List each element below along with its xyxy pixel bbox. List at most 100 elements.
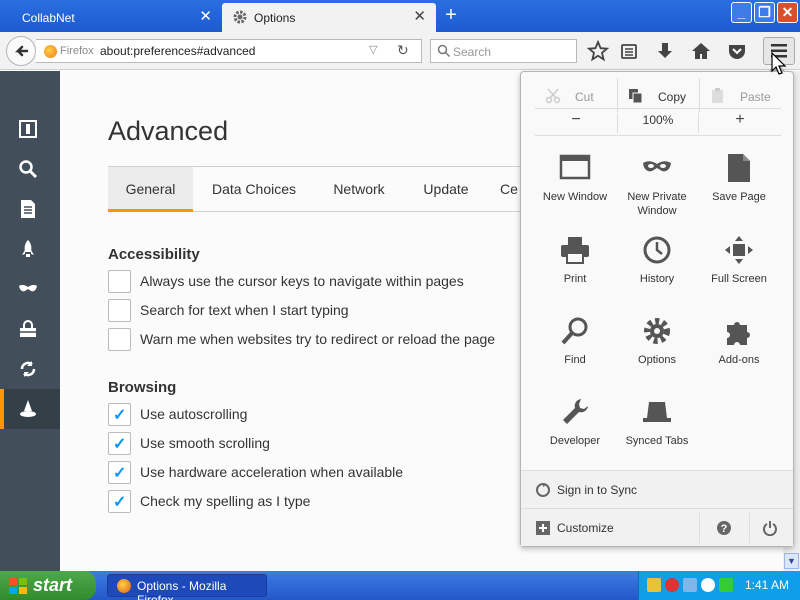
sidebar-item-sync[interactable] (0, 349, 60, 389)
zoom-reset-button[interactable]: 100% (617, 113, 699, 133)
tab-close-icon[interactable]: ✕ (413, 9, 426, 24)
tab-update[interactable]: Update (410, 167, 482, 212)
sidebar-item-security[interactable] (0, 309, 60, 349)
tab-data-choices[interactable]: Data Choices (200, 167, 308, 212)
paste-button[interactable]: Paste (699, 78, 781, 112)
footer-divider (699, 513, 700, 543)
item-label: Synced Tabs (625, 435, 689, 447)
windows-logo-icon (9, 578, 27, 594)
checkbox[interactable] (108, 328, 131, 351)
paste-icon (712, 88, 723, 103)
tab-general[interactable]: General (108, 167, 193, 212)
synced-tabs-icon (643, 402, 671, 422)
dropdown-icon[interactable]: ▽ (369, 43, 377, 56)
maximize-button[interactable]: ❐ (754, 2, 775, 23)
help-icon[interactable]: ? (716, 520, 732, 536)
tab-collabnet[interactable]: CollabNet ✕ (0, 3, 222, 32)
tab-close-icon[interactable]: ✕ (199, 9, 212, 24)
sidebar-item-search[interactable] (0, 149, 60, 189)
sidebar-item-general[interactable] (0, 109, 60, 149)
security-icon (20, 320, 36, 337)
item-label: Find (564, 354, 586, 366)
url-text[interactable]: about:preferences#advanced (100, 44, 255, 58)
tab-title: CollabNet (22, 10, 75, 25)
sidebar-item-applications[interactable] (0, 229, 60, 269)
quit-power-icon[interactable] (762, 520, 778, 536)
tray-volume-icon[interactable] (701, 578, 715, 592)
checkbox-checked[interactable]: ✓ (108, 461, 131, 484)
checkbox-checked[interactable]: ✓ (108, 403, 131, 426)
sign-in-to-sync-button[interactable]: Sign in to Sync (521, 470, 793, 508)
app-menu-panel: Cut Copy Paste − 100% + New Window New P… (520, 71, 794, 547)
new-tab-button[interactable]: + (440, 5, 462, 26)
tray-network-icon[interactable] (683, 578, 697, 592)
print-button[interactable]: Print (534, 230, 616, 310)
sidebar-item-privacy[interactable] (0, 269, 60, 309)
firefox-icon (117, 579, 131, 593)
synced-tabs-button[interactable]: Synced Tabs (616, 392, 698, 472)
search-icon (437, 44, 451, 58)
firefox-icon (44, 45, 57, 58)
scroll-down-button[interactable]: ▼ (784, 553, 799, 569)
general-icon (19, 120, 37, 138)
add-ons-button[interactable]: Add-ons (698, 311, 780, 391)
item-label: Developer (549, 435, 601, 447)
checkbox-checked[interactable]: ✓ (108, 432, 131, 455)
new-window-button[interactable]: New Window (534, 148, 616, 228)
options-button[interactable]: Options (616, 311, 698, 391)
sign-in-label: Sign in to Sync (557, 483, 638, 497)
bookmarks-menu-icon[interactable] (618, 40, 640, 62)
option-label: Use autoscrolling (140, 406, 248, 422)
tab-options[interactable]: Options ✕ (222, 3, 436, 32)
url-bar[interactable]: Firefox about:preferences#advanced ▽ ↻ (36, 39, 422, 63)
taskbar-item-firefox[interactable]: Options - Mozilla Firefox (107, 574, 267, 600)
sidebar-item-content[interactable] (0, 189, 60, 229)
sidebar-item-advanced[interactable] (0, 389, 60, 429)
history-icon (643, 236, 671, 264)
scissors-icon (545, 88, 561, 104)
zoom-in-button[interactable]: + (699, 111, 781, 129)
accessibility-heading: Accessibility (108, 246, 200, 263)
customize-button[interactable]: Customize ? (521, 508, 793, 546)
tray-app-icon[interactable] (647, 578, 661, 592)
home-icon[interactable] (690, 40, 712, 62)
history-button[interactable]: History (616, 230, 698, 310)
zoom-out-button[interactable]: − (535, 111, 617, 129)
tab-strip: CollabNet ✕ Options ✕ + _ ❐ ✕ (0, 0, 800, 32)
option-label: Check my spelling as I type (140, 493, 311, 509)
pocket-icon[interactable] (726, 40, 748, 62)
checkbox[interactable] (108, 299, 131, 322)
cut-button[interactable]: Cut (535, 78, 617, 112)
tray-shield-icon[interactable] (665, 578, 679, 592)
sync-icon (536, 483, 550, 497)
svg-text:?: ? (721, 523, 728, 535)
back-button[interactable] (6, 36, 36, 66)
preferences-sidebar (0, 71, 60, 571)
developer-button[interactable]: Developer (534, 392, 616, 472)
full-screen-button[interactable]: Full Screen (698, 230, 780, 310)
new-private-window-button[interactable]: New Private Window (616, 148, 698, 228)
checkbox-checked[interactable]: ✓ (108, 490, 131, 513)
tray-update-icon[interactable] (719, 578, 733, 592)
reload-icon[interactable]: ↻ (397, 42, 409, 59)
copy-icon (629, 89, 643, 104)
checkmark-icon: ✓ (113, 436, 127, 453)
bookmark-star-icon[interactable] (587, 40, 609, 62)
new-window-icon (559, 154, 591, 180)
checkbox[interactable] (108, 270, 131, 293)
item-label: Save Page (712, 191, 766, 203)
find-button[interactable]: Find (534, 311, 616, 391)
close-window-button[interactable]: ✕ (777, 2, 798, 23)
start-button[interactable]: start (0, 571, 96, 600)
item-label: New Window (542, 191, 608, 203)
downloads-icon[interactable] (654, 40, 676, 62)
minimize-button[interactable]: _ (731, 2, 752, 23)
search-input[interactable]: Search (430, 39, 577, 63)
copy-button[interactable]: Copy (617, 78, 699, 112)
back-arrow-icon (14, 45, 29, 57)
applications-icon (22, 240, 34, 257)
save-page-button[interactable]: Save Page (698, 148, 780, 228)
checkmark-icon: ✓ (113, 407, 127, 424)
tab-network[interactable]: Network (314, 167, 404, 212)
browsing-heading: Browsing (108, 379, 177, 396)
